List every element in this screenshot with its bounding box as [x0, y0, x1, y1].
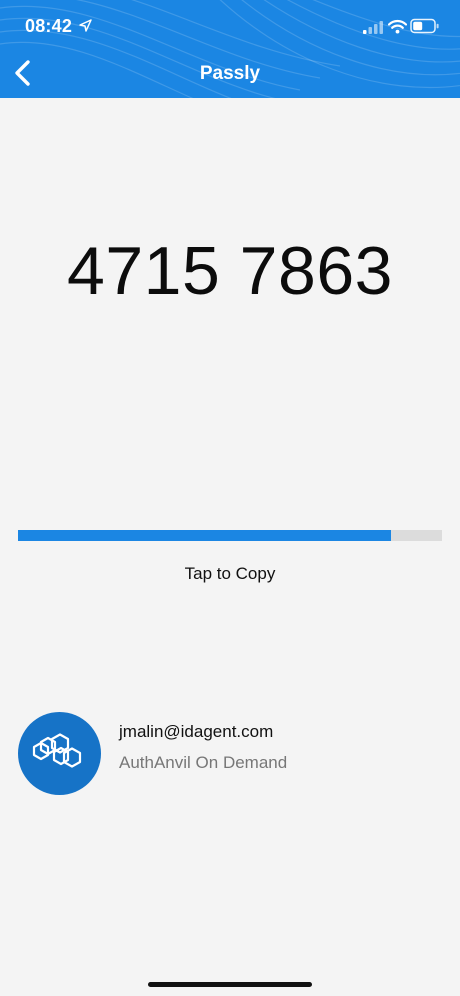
home-indicator[interactable]	[148, 982, 312, 987]
location-arrow-icon	[79, 19, 92, 32]
otp-timer-progress	[18, 530, 442, 541]
account-list-item[interactable]: jmalin@idagent.com AuthAnvil On Demand	[18, 712, 442, 796]
cellular-signal-icon	[363, 21, 383, 34]
account-logo	[18, 712, 101, 795]
hexagon-logo-icon	[32, 733, 82, 768]
otp-timer-progress-fill	[18, 530, 392, 541]
otp-code[interactable]: 4715 7863	[0, 232, 460, 310]
tap-to-copy-label[interactable]: Tap to Copy	[0, 564, 460, 584]
nav-title: Passly	[199, 63, 261, 84]
app-header: 08:42 Passly	[0, 0, 460, 98]
wifi-icon	[388, 19, 407, 34]
status-time: 08:42	[25, 16, 73, 36]
account-email: jmalin@idagent.com	[119, 722, 274, 741]
battery-icon	[410, 18, 439, 34]
account-issuer: AuthAnvil On Demand	[119, 753, 288, 772]
